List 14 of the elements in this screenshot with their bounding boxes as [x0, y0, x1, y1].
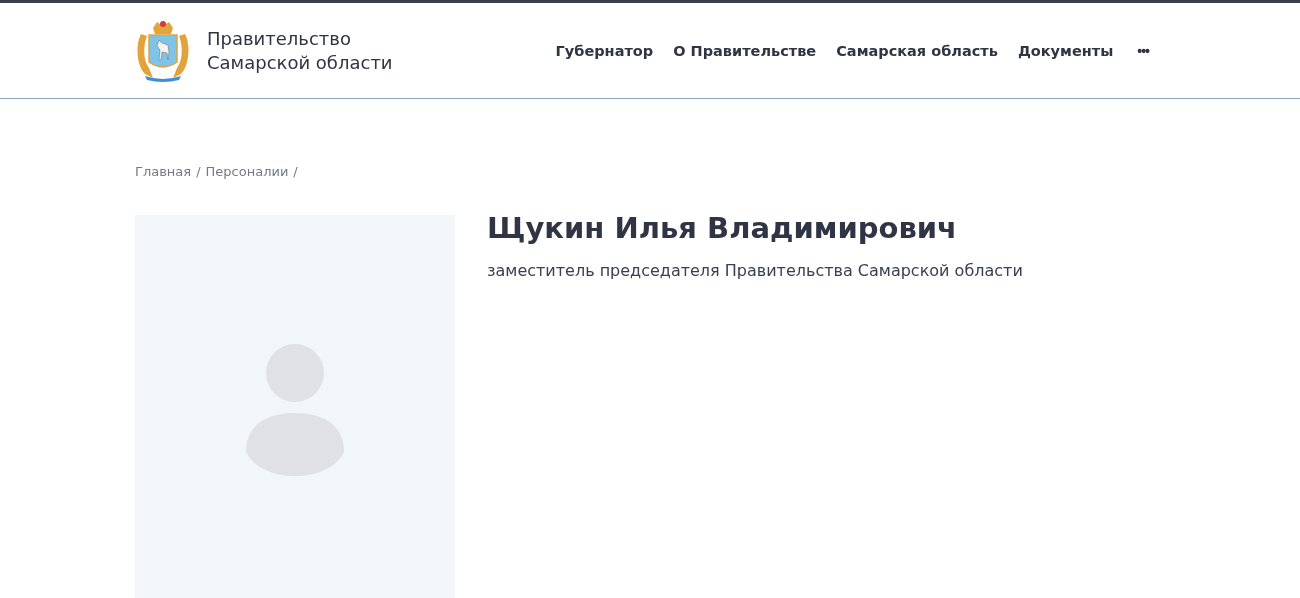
breadcrumb-link[interactable]: Персоналии: [205, 164, 289, 179]
nav-link[interactable]: О Правительстве: [673, 42, 817, 59]
person-position: заместитель председателя Правительства Самарской области: [487, 261, 1023, 280]
coat-of-arms-icon: [135, 19, 191, 82]
breadcrumb-separator: /: [196, 164, 201, 179]
nav-link[interactable]: Документы: [1017, 42, 1114, 59]
breadcrumb-separator: /: [293, 164, 298, 179]
more-button[interactable]: •••: [1133, 42, 1153, 59]
home-link[interactable]: Правительство Самарской области: [135, 19, 393, 82]
breadcrumb-link[interactable]: Главная: [135, 164, 192, 179]
nav-link[interactable]: Губернатор: [555, 42, 654, 59]
nav-link[interactable]: Самарская область: [836, 42, 998, 59]
site-title: Самарской области: [207, 50, 393, 75]
site-title: Правительство: [207, 26, 352, 51]
